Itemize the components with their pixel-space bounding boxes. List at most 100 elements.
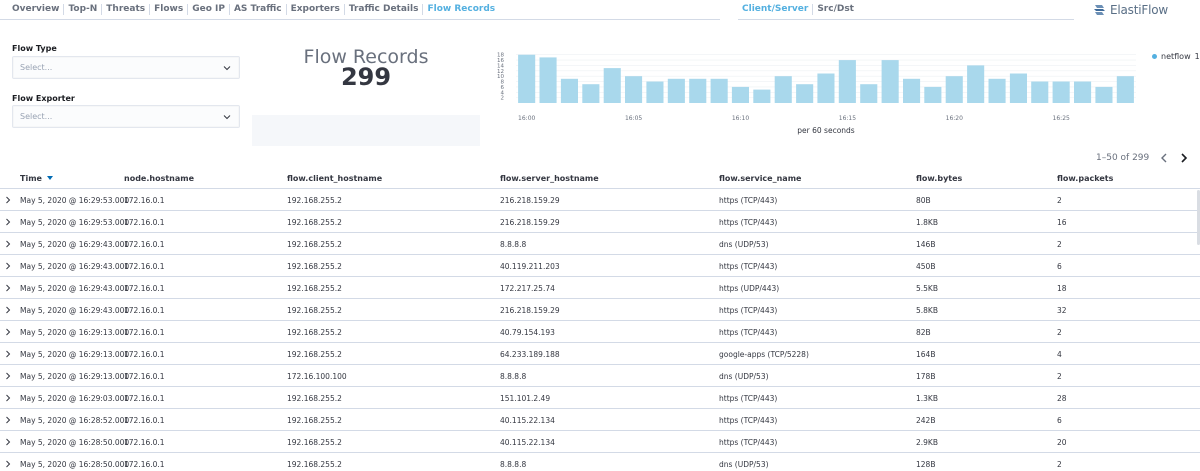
chart-bar[interactable] [667, 78, 685, 103]
expand-row-icon[interactable] [4, 349, 12, 359]
chart-bar[interactable] [817, 73, 835, 104]
tab-threats[interactable]: Threats [102, 4, 151, 15]
tab-traffic-details[interactable]: Traffic Details [345, 4, 424, 15]
chart-bar[interactable] [945, 76, 963, 103]
cell-client-hostname: 192.168.255.2 [287, 196, 342, 205]
table-row[interactable]: May 5, 2020 @ 16:29:43.000 172.16.0.1 192.… [0, 299, 1200, 321]
cell-service-name: https (TCP/443) [719, 394, 778, 403]
cell-service-name: https (TCP/443) [719, 438, 778, 447]
cell-time: May 5, 2020 @ 16:28:52.000 [20, 416, 130, 425]
chart-bar[interactable] [603, 68, 621, 103]
flow-records-table: Time node.hostname flow.client_hostname … [0, 168, 1200, 471]
tab-as-traffic[interactable]: AS Traffic [230, 4, 287, 15]
chart-bar[interactable] [582, 84, 600, 103]
expand-row-icon[interactable] [4, 437, 12, 447]
cell-time: May 5, 2020 @ 16:29:53.000 [20, 196, 130, 205]
view-nav: Client/Server Src/Dst [738, 0, 1074, 20]
expand-row-icon[interactable] [4, 195, 12, 205]
chart-bar[interactable] [881, 60, 899, 103]
chart-bar[interactable] [860, 84, 878, 103]
table-row[interactable]: May 5, 2020 @ 16:28:52.000 172.16.0.1 192.… [0, 409, 1200, 431]
expand-row-icon[interactable] [4, 261, 12, 271]
chart-bar[interactable] [518, 54, 536, 103]
chart-bar[interactable] [625, 76, 643, 103]
tab-flows[interactable]: Flows [150, 4, 189, 15]
table-row[interactable]: May 5, 2020 @ 16:29:53.000 172.16.0.1 192.… [0, 211, 1200, 233]
table-row[interactable]: May 5, 2020 @ 16:28:50.000 172.16.0.1 192.… [0, 431, 1200, 453]
chart-bar[interactable] [903, 78, 921, 103]
chart-bar[interactable] [988, 78, 1006, 103]
expand-row-icon[interactable] [4, 371, 12, 381]
legend-value: 10 [1194, 52, 1200, 61]
chart-bar[interactable] [1031, 81, 1049, 104]
table-row[interactable]: May 5, 2020 @ 16:29:43.000 172.16.0.1 192.… [0, 277, 1200, 299]
expand-row-icon[interactable] [4, 283, 12, 293]
chart-bar[interactable] [1074, 81, 1092, 104]
column-header-client-hostname[interactable]: flow.client_hostname [287, 174, 382, 183]
column-header-time[interactable]: Time [20, 174, 53, 183]
column-header-packets[interactable]: flow.packets [1057, 174, 1113, 183]
chart-bar[interactable] [924, 86, 942, 103]
cell-service-name: https (TCP/443) [719, 218, 778, 227]
table-row[interactable]: May 5, 2020 @ 16:29:13.000 172.16.0.1 192.… [0, 343, 1200, 365]
chart-bar[interactable] [1009, 73, 1027, 104]
chart-bar[interactable] [838, 60, 856, 103]
tab-geo-ip[interactable]: Geo IP [188, 4, 230, 15]
table-row[interactable]: May 5, 2020 @ 16:29:53.000 172.16.0.1 192.… [0, 189, 1200, 211]
table-row[interactable]: May 5, 2020 @ 16:29:43.000 172.16.0.1 192.… [0, 233, 1200, 255]
tab-client-server[interactable]: Client/Server [738, 4, 814, 15]
cell-packets: 2 [1057, 328, 1062, 337]
next-page-button[interactable] [1177, 151, 1191, 165]
column-header-service-name[interactable]: flow.service_name [719, 174, 801, 183]
expand-row-icon[interactable] [4, 393, 12, 403]
chart-bar[interactable] [967, 65, 985, 103]
chart-bar[interactable] [753, 89, 771, 103]
cell-node-hostname: 172.16.0.1 [124, 416, 165, 425]
expand-row-icon[interactable] [4, 305, 12, 315]
chart-bar[interactable] [710, 78, 728, 103]
expand-row-icon[interactable] [4, 217, 12, 227]
y-tick-label: 14 [497, 63, 504, 69]
previous-page-button[interactable] [1157, 151, 1171, 165]
chart-bar[interactable] [774, 76, 792, 103]
legend-label[interactable]: netflow [1161, 52, 1191, 61]
cell-server-hostname: 40.119.211.203 [500, 262, 560, 271]
cell-time: May 5, 2020 @ 16:29:13.000 [20, 350, 130, 359]
expand-row-icon[interactable] [4, 415, 12, 425]
column-header-node-hostname[interactable]: node.hostname [124, 174, 194, 183]
table-row[interactable]: May 5, 2020 @ 16:28:50.000 172.16.0.1 192.… [0, 453, 1200, 471]
chart-bar[interactable] [1095, 86, 1113, 103]
chart-bar[interactable] [1116, 76, 1134, 103]
cell-server-hostname: 40.79.154.193 [500, 328, 555, 337]
tab-src-dst[interactable]: Src/Dst [813, 4, 858, 15]
chart-bar[interactable] [689, 78, 707, 103]
tab-overview[interactable]: Overview [8, 4, 65, 15]
table-row[interactable]: May 5, 2020 @ 16:29:13.000 172.16.0.1 172.… [0, 365, 1200, 387]
chart-bar[interactable] [731, 86, 749, 103]
chart-bar[interactable] [539, 57, 557, 103]
expand-row-icon[interactable] [4, 459, 12, 469]
cell-packets: 28 [1057, 394, 1067, 403]
chart-bar[interactable] [796, 84, 814, 103]
expand-row-icon[interactable] [4, 239, 12, 249]
cell-bytes: 178B [916, 372, 936, 381]
tab-flow-records[interactable]: Flow Records [423, 4, 499, 15]
cell-packets: 2 [1057, 240, 1062, 249]
chart-bar[interactable] [1052, 81, 1070, 104]
dashboard-nav: Overview Top-N Threats Flows Geo IP AS T… [0, 0, 720, 20]
flow-type-select[interactable]: Select... [12, 56, 240, 79]
column-header-server-hostname[interactable]: flow.server_hostname [500, 174, 599, 183]
table-row[interactable]: May 5, 2020 @ 16:29:13.000 172.16.0.1 192.… [0, 321, 1200, 343]
cell-bytes: 242B [916, 416, 936, 425]
table-row[interactable]: May 5, 2020 @ 16:29:03.000 172.16.0.1 192.… [0, 387, 1200, 409]
chart-bar[interactable] [560, 78, 578, 103]
chart-bar[interactable] [646, 81, 664, 104]
y-tick-label: 12 [497, 69, 504, 75]
table-row[interactable]: May 5, 2020 @ 16:29:43.000 172.16.0.1 192.… [0, 255, 1200, 277]
column-header-bytes[interactable]: flow.bytes [916, 174, 962, 183]
expand-row-icon[interactable] [4, 327, 12, 337]
tab-top-n[interactable]: Top-N [64, 4, 103, 15]
flow-exporter-select[interactable]: Select... [12, 105, 240, 128]
cell-server-hostname: 40.115.22.134 [500, 416, 555, 425]
tab-exporters[interactable]: Exporters [287, 4, 345, 15]
